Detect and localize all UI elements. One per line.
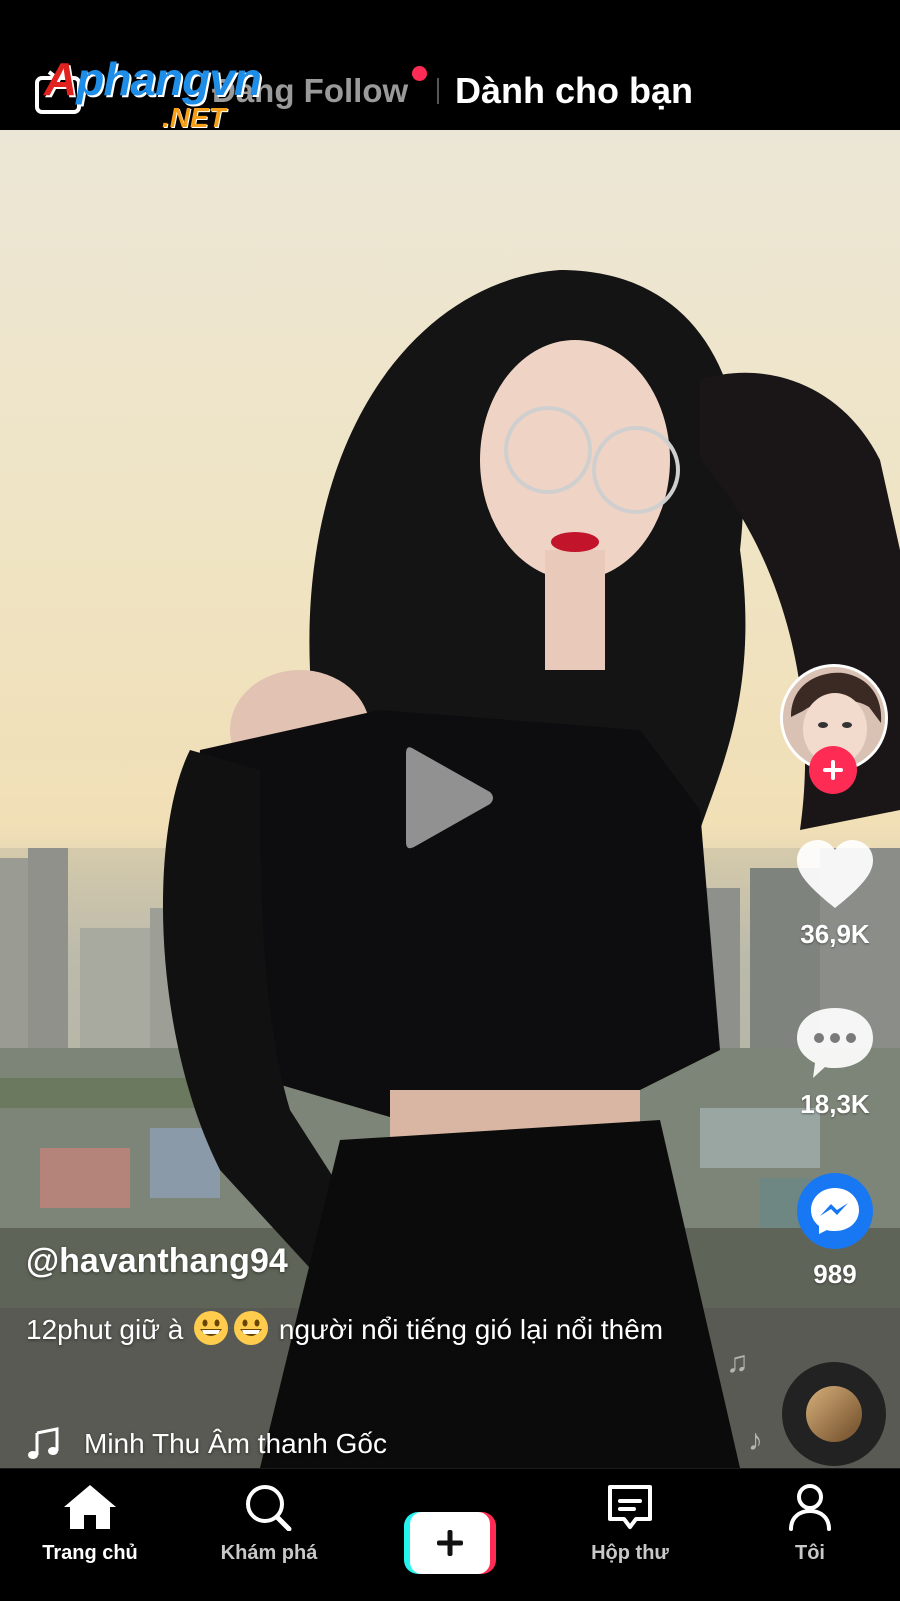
nav-me-label: Tôi [795,1542,825,1564]
video-caption: 12phut giữ à người nổi tiếng gió lại nổi… [26,1307,686,1353]
watermark-logo: Aphangvn .NET [44,53,262,132]
create-video-button[interactable] [404,1512,496,1574]
comment-icon [797,1008,873,1078]
nav-inbox[interactable]: Hộp thư [550,1483,710,1565]
share-button[interactable]: 989 [790,1172,880,1290]
nav-me[interactable]: Tôi [730,1483,890,1565]
nav-explore[interactable]: Khám phá [189,1483,349,1565]
create-button-face [410,1512,490,1574]
nav-home[interactable]: Trang chủ [10,1483,170,1565]
search-icon [246,1485,292,1532]
inbox-icon [608,1485,652,1529]
tab-divider [437,78,439,104]
caption-text-start: 12phut giữ à [26,1314,184,1345]
watermark-text: phangvn [76,53,262,105]
comment-count: 18,3K [800,1089,870,1119]
caption-text-end: người nổi tiếng gió lại nổi thêm [278,1314,664,1345]
floating-music-note-icon: ♫ [726,1346,749,1379]
follow-button[interactable] [809,746,857,794]
music-cover-art [806,1386,862,1442]
tab-for-you[interactable]: Dành cho bạn [455,70,693,112]
music-title: Minh Thu Âm thanh Gốc [84,1428,387,1459]
watermark-suffix: .NET [162,102,226,133]
grinning-face-emoji [194,1311,229,1345]
nav-home-label: Trang chủ [42,1542,138,1564]
music-info[interactable]: Minh Thu Âm thanh Gốc [26,1424,387,1464]
messenger-icon [797,1173,873,1249]
nav-explore-label: Khám phá [220,1542,318,1564]
like-button[interactable]: 36,9K [790,838,880,950]
share-count: 989 [813,1259,857,1289]
grinning-face-emoji [234,1311,269,1345]
profile-icon [789,1484,831,1531]
creator-username[interactable]: @havanthang94 [26,1242,288,1281]
heart-icon [797,840,873,908]
plus-icon [437,1530,463,1556]
floating-music-note-icon: ♪ [748,1424,763,1457]
plus-icon [823,760,843,780]
like-count: 36,9K [800,919,870,949]
comment-button[interactable]: 18,3K [790,1006,880,1120]
new-content-dot [412,66,427,81]
nav-inbox-label: Hộp thư [591,1542,669,1564]
music-disc[interactable] [782,1362,886,1466]
music-note-icon [28,1427,59,1459]
play-icon[interactable] [404,742,496,859]
watermark-letter: A [44,53,77,105]
home-icon [64,1485,116,1529]
